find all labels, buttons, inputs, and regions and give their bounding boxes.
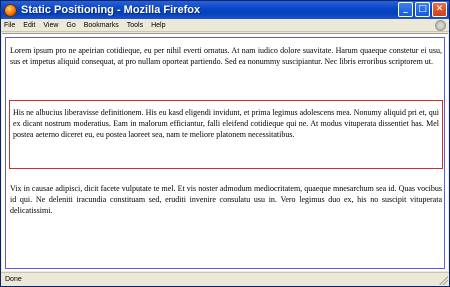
status-text: Done [5, 276, 22, 283]
static-positioned-box: His ne albucius liberavisse definitionem… [9, 100, 443, 169]
status-bar: Done [1, 272, 449, 286]
menu-edit[interactable]: Edit [19, 19, 39, 32]
outer-container: Lorem ipsum pro ne apeirian cotidieque, … [5, 37, 445, 269]
minimize-icon: _ [403, 4, 408, 14]
minimize-button[interactable]: _ [398, 2, 413, 17]
resize-grip-icon[interactable] [438, 275, 448, 285]
firefox-icon[interactable] [4, 3, 17, 17]
menu-go[interactable]: Go [62, 19, 79, 32]
window-controls: _ □ ✕ [398, 2, 447, 17]
paragraph-3: Vix in causae adipisci, dicit facete vul… [10, 184, 442, 215]
throbber-icon [435, 20, 446, 31]
window-title: Static Positioning - Mozilla Firefox [21, 4, 201, 16]
paragraph-1: Lorem ipsum pro ne apeirian cotidieque, … [10, 46, 442, 66]
menu-tools[interactable]: Tools [123, 19, 147, 32]
paragraph-2: His ne albucius liberavisse definitionem… [13, 108, 439, 139]
page-content[interactable]: Lorem ipsum pro ne apeirian cotidieque, … [2, 33, 448, 271]
menu-bookmarks[interactable]: Bookmarks [80, 19, 123, 32]
menu-bar: File Edit View Go Bookmarks Tools Help [1, 19, 449, 32]
menu-view[interactable]: View [39, 19, 62, 32]
close-icon: ✕ [435, 4, 444, 14]
menu-help[interactable]: Help [147, 19, 169, 32]
close-button[interactable]: ✕ [432, 2, 447, 17]
title-bar[interactable]: Static Positioning - Mozilla Firefox _ □… [1, 1, 449, 19]
menu-file[interactable]: File [1, 19, 19, 32]
maximize-icon: □ [418, 4, 427, 14]
browser-window: Static Positioning - Mozilla Firefox _ □… [0, 0, 450, 287]
maximize-button[interactable]: □ [415, 2, 430, 17]
